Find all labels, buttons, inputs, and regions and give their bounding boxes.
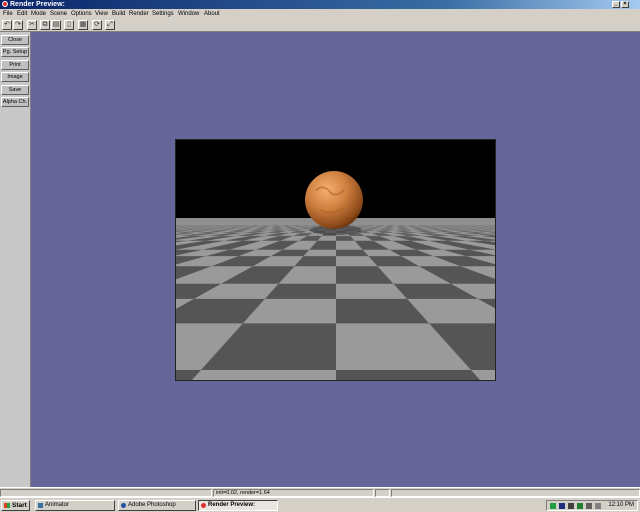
menu-file[interactable]: File — [3, 10, 13, 18]
tray-network-icon[interactable] — [559, 503, 565, 509]
alpha-channel-button[interactable]: Alpha Ch. — [1, 97, 29, 107]
menu-window[interactable]: Window — [178, 10, 199, 18]
menu-about[interactable]: About — [204, 10, 220, 18]
status-panel-small — [375, 489, 390, 497]
windows-logo-icon — [4, 503, 10, 508]
print-button[interactable]: Print — [1, 60, 29, 70]
taskbar: Start Animator Adobe Photoshop Render Pr… — [0, 497, 640, 512]
rotate-icon[interactable]: ⟳ — [92, 20, 102, 30]
orange-sphere — [305, 171, 363, 229]
render-preview-icon — [201, 503, 206, 508]
task-animator[interactable]: Animator — [35, 500, 115, 511]
close-window-button[interactable]: × — [621, 1, 629, 8]
image-button[interactable]: Image — [1, 72, 29, 82]
menu-scene[interactable]: Scene — [50, 10, 67, 18]
tray-app-icon[interactable] — [577, 503, 583, 509]
tray-monitor-icon[interactable] — [568, 503, 574, 509]
window-title: Render Preview: — [10, 1, 65, 8]
close-button[interactable]: Close — [1, 35, 29, 45]
grid-icon[interactable]: ▦ — [78, 20, 88, 30]
menu-mode[interactable]: Mode — [31, 10, 46, 18]
title-bar: Render Preview: _ × — [0, 0, 640, 9]
menu-options[interactable]: Options — [71, 10, 92, 18]
status-panel-right — [391, 489, 640, 497]
render-time-status: init=0.02, render=1.64 — [213, 489, 374, 497]
preview-viewport — [31, 32, 640, 487]
sidebar: Close Pg. Setup Print Image Save Alpha C… — [0, 32, 31, 487]
tray-speaker-icon[interactable] — [595, 503, 601, 509]
system-tray: 12:10 PM — [546, 500, 638, 511]
start-button[interactable]: Start — [1, 500, 30, 511]
checker-tile — [336, 370, 495, 380]
copy-icon[interactable]: ⧉ — [40, 20, 50, 30]
task-photoshop[interactable]: Adobe Photoshop — [118, 500, 196, 511]
undo-icon[interactable]: ↶ — [2, 20, 12, 30]
render-image — [175, 139, 496, 381]
clock: 12:10 PM — [608, 502, 634, 508]
rendered-scene — [176, 140, 495, 380]
animator-icon — [38, 503, 43, 508]
redo-icon[interactable]: ↷ — [13, 20, 23, 30]
page-setup-button[interactable]: Pg. Setup — [1, 47, 29, 57]
menu-render[interactable]: Render — [129, 10, 149, 18]
app-icon — [2, 1, 8, 7]
menu-edit[interactable]: Edit — [17, 10, 27, 18]
fit-icon[interactable]: ⤢ — [105, 20, 115, 30]
page-icon[interactable]: ▯ — [64, 20, 74, 30]
menu-bar: File Edit Mode Scene Options View Build … — [0, 9, 640, 19]
tray-printer-icon[interactable] — [586, 503, 592, 509]
photoshop-icon — [121, 503, 126, 508]
menu-build[interactable]: Build — [112, 10, 125, 18]
save-button[interactable]: Save — [1, 85, 29, 95]
menu-settings[interactable]: Settings — [152, 10, 174, 18]
tray-check-icon[interactable] — [550, 503, 556, 509]
task-render-preview[interactable]: Render Preview: — [198, 500, 278, 511]
status-panel-left — [0, 489, 212, 497]
minimize-button[interactable]: _ — [612, 1, 620, 8]
menu-view[interactable]: View — [95, 10, 108, 18]
cut-icon[interactable]: ✂ — [27, 20, 37, 30]
status-bar: init=0.02, render=1.64 — [0, 487, 640, 497]
toolbar: ↶ ↷ ✂ ⧉ ▤ ▯ ▦ ⟳ ⤢ — [0, 19, 640, 32]
paste-icon[interactable]: ▤ — [51, 20, 61, 30]
